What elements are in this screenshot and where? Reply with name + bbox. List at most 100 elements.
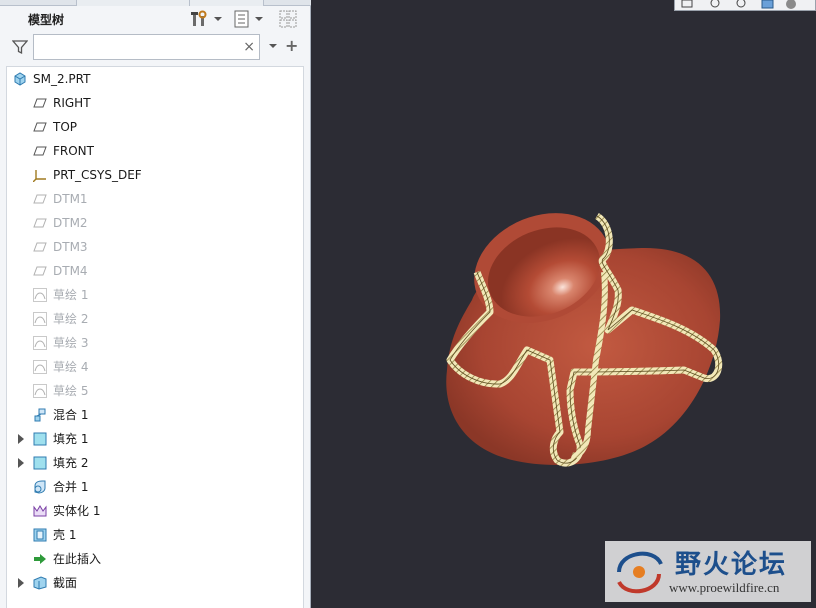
forum-logo-icon [617,551,663,594]
tree-item-label: 草绘 4 [53,360,89,374]
sketch-icon [33,312,47,326]
solidify-icon [33,504,47,518]
fill-icon [33,432,47,446]
tree-item-label: DTM1 [53,192,88,206]
search-input[interactable] [38,38,238,56]
panel-title: 模型树 [28,13,65,27]
zoom-window-icon[interactable] [681,0,695,9]
tree-item-label: 截面 [53,576,78,590]
insert-here-icon [33,552,47,566]
search-field[interactable]: × [33,34,260,60]
tree-item[interactable]: 填充 1 [7,427,303,451]
shell-icon [33,528,47,542]
datum-plane-icon [33,120,47,134]
datum-plane-icon [33,192,47,206]
tree-item[interactable]: 截面 [7,571,303,595]
tree-item[interactable]: TOP [7,115,303,139]
sketch-icon [33,360,47,374]
expand-arrow-icon[interactable] [18,578,24,588]
tree-item[interactable]: 壳 1 [7,523,303,547]
tree-item[interactable]: 草绘 4 [7,355,303,379]
tree-item[interactable]: 草绘 1 [7,283,303,307]
model-tree: SM_2.PRT RIGHT TOP FRONT PRT_CSYS_DEF DTM1 DTM… [6,66,304,608]
tree-item[interactable]: 草绘 3 [7,331,303,355]
tree-item[interactable]: 草绘 2 [7,307,303,331]
forum-watermark: 野火论坛 www.proewildfire.cn [605,541,811,602]
tree-item-label: 草绘 5 [53,384,89,398]
coordinate-system-icon [32,168,47,183]
model-render [446,213,723,467]
tree-tools-button[interactable] [190,9,222,29]
zoom-in-icon[interactable] [709,0,723,9]
grid-filter-icon [279,10,297,28]
tree-item-label: SM_2.PRT [33,72,91,86]
tree-item-label: RIGHT [53,96,91,110]
tree-item-label: PRT_CSYS_DEF [53,168,142,182]
add-icon[interactable]: + [285,38,298,54]
tree-item-label: DTM3 [53,240,88,254]
tree-item[interactable]: 填充 2 [7,451,303,475]
tree-item[interactable]: 混合 1 [7,403,303,427]
panel-header: 模型树 [0,6,310,32]
chevron-down-icon [214,17,222,21]
tree-item-label: TOP [53,120,78,134]
tree-item[interactable]: 合并 1 [7,475,303,499]
sketch-icon [33,288,47,302]
tree-item[interactable]: PRT_CSYS_DEF [7,163,303,187]
chevron-down-icon[interactable] [269,44,277,48]
part-icon [13,72,27,86]
expand-arrow-icon[interactable] [18,434,24,444]
show-button[interactable] [233,9,263,29]
list-settings-icon [234,10,249,28]
tree-item[interactable]: DTM4 [7,259,303,283]
tree-item[interactable]: 草绘 5 [7,379,303,403]
tree-item-label: 草绘 3 [53,336,89,350]
section-icon [33,576,47,590]
tools-icon [191,10,207,26]
tree-item-label: 填充 2 [53,456,89,470]
filter-row: × + [0,33,310,61]
sketch-icon [33,336,47,350]
datum-plane-icon [33,264,47,278]
tree-item[interactable]: RIGHT [7,91,303,115]
tree-item[interactable]: 在此插入 [7,547,303,571]
watermark-url: www.proewildfire.cn [669,580,780,595]
datum-plane-icon [33,144,47,158]
tree-item-label: 填充 1 [53,432,89,446]
tree-item-label: 合并 1 [53,480,89,494]
expand-arrow-icon[interactable] [18,458,24,468]
merge-icon [33,480,47,494]
tree-item-label: DTM4 [53,264,88,278]
blend-icon [33,408,47,422]
view-toolbar [674,0,816,11]
tree-item[interactable]: DTM3 [7,235,303,259]
datum-plane-icon [33,240,47,254]
display-style-icon[interactable] [785,0,799,9]
tree-item-label: 实体化 1 [53,504,101,518]
zoom-out-icon[interactable] [735,0,749,9]
close-icon[interactable]: × [243,38,255,56]
tree-item-label: FRONT [53,144,94,158]
graphics-viewport[interactable] [312,0,816,608]
tree-item[interactable]: DTM1 [7,187,303,211]
filter-icon[interactable] [12,39,28,55]
tree-item-label: 草绘 2 [53,312,89,326]
model-tree-panel: 模型树 × + SM_2.PRT RIGHT TOP FRONT PRT_CSY… [0,0,311,608]
tree-item[interactable]: DTM2 [7,211,303,235]
tree-item-label: 草绘 1 [53,288,89,302]
tree-item-label: 壳 1 [53,528,77,542]
datum-plane-icon [33,96,47,110]
tree-item-label: 混合 1 [53,408,89,422]
repaint-icon[interactable] [761,0,775,9]
tree-item-label: DTM2 [53,216,88,230]
datum-plane-icon [33,216,47,230]
tree-columns-button[interactable] [278,9,298,29]
chevron-down-icon [255,17,263,21]
sketch-icon [33,384,47,398]
tree-item[interactable]: FRONT [7,139,303,163]
tree-item[interactable]: 实体化 1 [7,499,303,523]
watermark-title: 野火论坛 [675,550,788,580]
tree-item[interactable]: SM_2.PRT [7,67,303,91]
fill-icon [33,456,47,470]
tree-item-label: 在此插入 [53,552,102,566]
